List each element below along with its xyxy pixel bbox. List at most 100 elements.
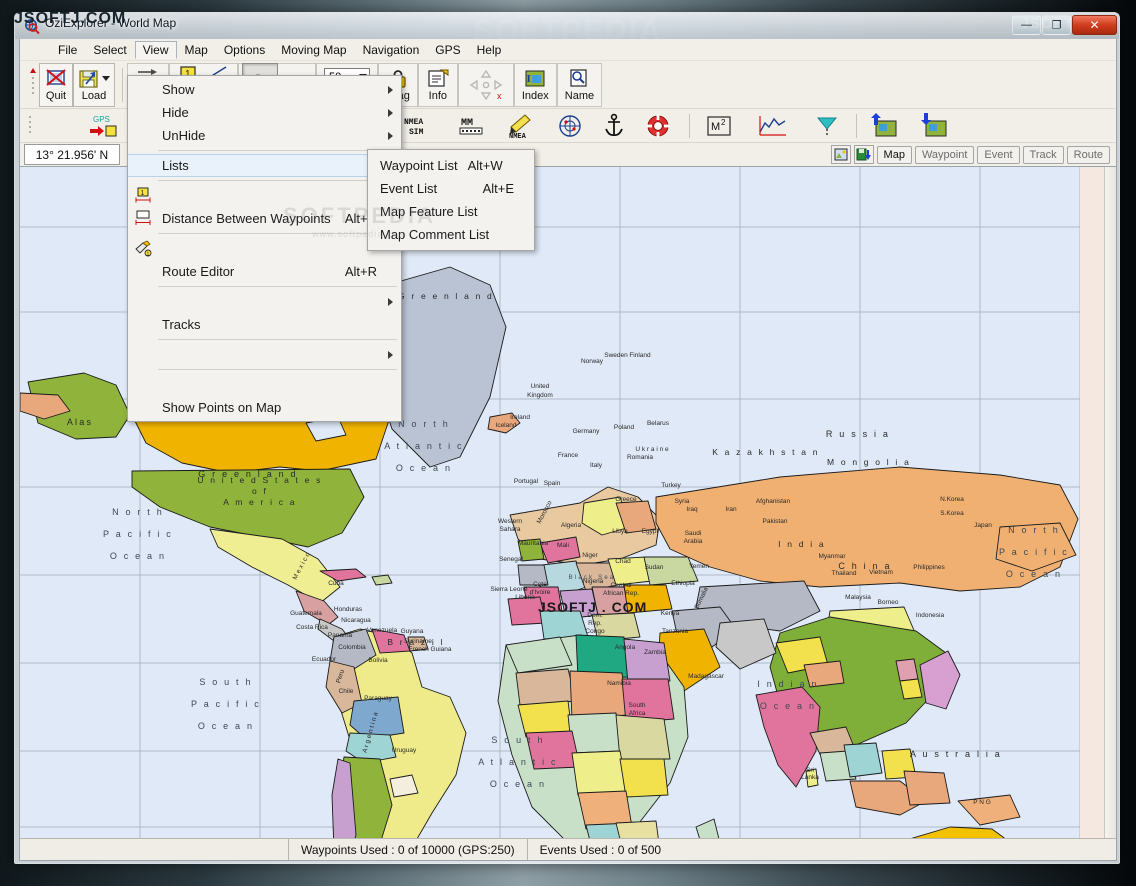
maximize-button[interactable]: ❐ <box>1042 15 1071 35</box>
menu-bar: File Select View Map Options Moving Map … <box>20 39 1116 61</box>
elevation-profile-icon[interactable] <box>758 114 788 138</box>
menu-file[interactable]: File <box>50 41 85 59</box>
svg-text:P N G: P N G <box>973 799 991 806</box>
menu-item-show-points-on-map[interactable] <box>128 373 401 396</box>
svg-text:U n i t e d S t a t e s: U n i t e d S t a t e s <box>197 475 322 485</box>
gps-download-waypoints-icon[interactable]: GPS <box>88 113 118 139</box>
close-button[interactable]: ✕ <box>1072 15 1117 35</box>
map-preview-icon <box>834 148 848 161</box>
svg-text:Paraguay: Paraguay <box>364 695 393 702</box>
moving-map-icon[interactable]: MM <box>457 113 487 139</box>
submenu-item-accelerator: Alt+W <box>467 158 503 173</box>
menu-item-distance-between-waypoints[interactable]: 1 <box>128 184 401 207</box>
menu-view[interactable]: View <box>134 40 177 59</box>
svg-text:O c e a n: O c e a n <box>1006 569 1062 579</box>
map-vertical-scrollbar[interactable] <box>1104 167 1116 838</box>
lifebuoy-icon[interactable] <box>645 113 671 139</box>
minimize-button[interactable]: — <box>1012 15 1041 35</box>
application-window: OziExplorer - World Map JSOFTJ.CO — ❐ ✕ … <box>14 12 1120 864</box>
svg-text:Colombia: Colombia <box>338 644 366 651</box>
gps-toolbar-drag-handle[interactable] <box>24 112 36 140</box>
save-button[interactable] <box>853 145 874 164</box>
svg-text:Egypt: Egypt <box>642 528 659 535</box>
pan-arrows-button[interactable]: x <box>462 63 510 107</box>
menu-item-lists[interactable]: Lists <box>128 154 401 177</box>
svg-text:A u s t r a l i a: A u s t r a l i a <box>910 749 1002 759</box>
load-button[interactable]: Load <box>73 62 115 107</box>
submenu-item-map-feature-list[interactable]: Map Feature List <box>368 200 534 223</box>
nmea-edit-icon[interactable]: NMEA <box>507 113 537 139</box>
menu-item-points[interactable] <box>128 343 401 366</box>
svg-text:Poland: Poland <box>614 424 635 431</box>
load-dropdown-arrow-icon[interactable] <box>102 76 110 81</box>
menu-item-distance-display[interactable]: Distance Between Waypoints Alt+D <box>128 207 401 230</box>
menu-item-hide[interactable]: Hide <box>128 101 401 124</box>
map-preview-button[interactable] <box>830 145 851 164</box>
quit-button[interactable]: Quit <box>39 62 73 107</box>
svg-text:Nicaragua: Nicaragua <box>341 617 371 624</box>
event-button[interactable]: Event <box>977 145 1020 164</box>
menu-select[interactable]: Select <box>85 41 134 59</box>
svg-text:Mali: Mali <box>557 542 569 549</box>
svg-text:Iceland: Iceland <box>496 422 517 429</box>
name-button[interactable]: Name <box>561 63 598 107</box>
svg-text:S.Korea: S.Korea <box>940 510 964 517</box>
title-bar[interactable]: OziExplorer - World Map JSOFTJ.CO — ❐ ✕ <box>15 13 1119 39</box>
svg-text:Guatemala: Guatemala <box>290 610 322 617</box>
menu-item-show-routes-on-map[interactable]: Route Editor Alt+R <box>128 260 401 283</box>
menu-item-unhide[interactable]: UnHide <box>128 124 401 147</box>
waypoint-button[interactable]: Waypoint <box>914 145 975 164</box>
svg-text:N o r t h: N o r t h <box>112 507 164 517</box>
svg-text:M: M <box>711 121 720 133</box>
svg-text:Myanmar: Myanmar <box>818 553 846 560</box>
submenu-item-event-list[interactable]: Event List Alt+E <box>368 177 534 200</box>
antenna-icon[interactable] <box>814 113 840 139</box>
menu-help[interactable]: Help <box>469 41 510 59</box>
svg-text:Afghanistan: Afghanistan <box>756 498 791 505</box>
menu-navigation[interactable]: Navigation <box>355 41 428 59</box>
svg-text:P a c i f i c: P a c i f i c <box>103 529 173 539</box>
menu-moving-map[interactable]: Moving Map <box>273 41 354 59</box>
menu-item-datum-list[interactable]: Show Points on Map <box>128 396 401 419</box>
svg-text:o f: o f <box>252 486 268 496</box>
menu-item-show[interactable]: Show <box>128 78 401 101</box>
menu-item-label: Tracks <box>162 317 201 332</box>
load-map-icon <box>79 69 98 88</box>
lists-submenu[interactable]: Waypoint List Alt+W Event List Alt+E Map… <box>367 149 535 251</box>
index-button[interactable]: I Index <box>518 63 553 107</box>
load-map-image-icon[interactable] <box>871 112 899 139</box>
anchor-icon[interactable] <box>603 113 625 139</box>
menu-item-show-tracks-on-map[interactable]: Tracks <box>128 313 401 336</box>
info-group: Info <box>417 62 458 107</box>
view-dropdown-menu[interactable]: Show Hide UnHide Lists 1 Distance Betwee… <box>127 75 402 422</box>
index-icon: I <box>525 70 545 86</box>
toolbar-drag-handle[interactable] <box>27 65 39 105</box>
menu-item-route-editor[interactable]: 1 <box>128 237 401 260</box>
index-group: I Index <box>513 62 557 107</box>
svg-text:Indonesia: Indonesia <box>916 612 945 619</box>
svg-text:x: x <box>497 91 502 101</box>
menu-item-tracks[interactable] <box>128 290 401 313</box>
svg-text:N o r t h: N o r t h <box>1008 525 1060 535</box>
chevron-right-icon <box>388 350 393 359</box>
track-button[interactable]: Track <box>1022 145 1064 164</box>
svg-text:Norway: Norway <box>581 358 604 365</box>
menu-gps[interactable]: GPS <box>427 41 468 59</box>
menu-options[interactable]: Options <box>216 41 273 59</box>
menu-map[interactable]: Map <box>177 41 216 59</box>
svg-text:Romania: Romania <box>627 454 653 461</box>
info-button[interactable]: Info <box>422 63 454 107</box>
nmea-sim-icon[interactable]: NMEA SIM <box>403 113 437 139</box>
save-map-image-icon[interactable] <box>921 112 949 139</box>
map-button[interactable]: Map <box>876 145 912 164</box>
satellite-status-icon[interactable] <box>557 113 583 139</box>
route-editor-icon: 1 <box>135 240 152 257</box>
svg-text:Germany: Germany <box>573 428 600 435</box>
coordinate-value[interactable]: 13° 21.956' N <box>24 144 120 165</box>
area-m2-icon[interactable]: M 2 <box>706 114 732 138</box>
window-title: OziExplorer - World Map <box>45 16 177 30</box>
submenu-item-waypoint-list[interactable]: Waypoint List Alt+W <box>368 154 534 177</box>
submenu-item-map-comment-list[interactable]: Map Comment List <box>368 223 534 246</box>
route-button[interactable]: Route <box>1066 145 1110 164</box>
svg-text:Arabia: Arabia <box>684 538 703 545</box>
